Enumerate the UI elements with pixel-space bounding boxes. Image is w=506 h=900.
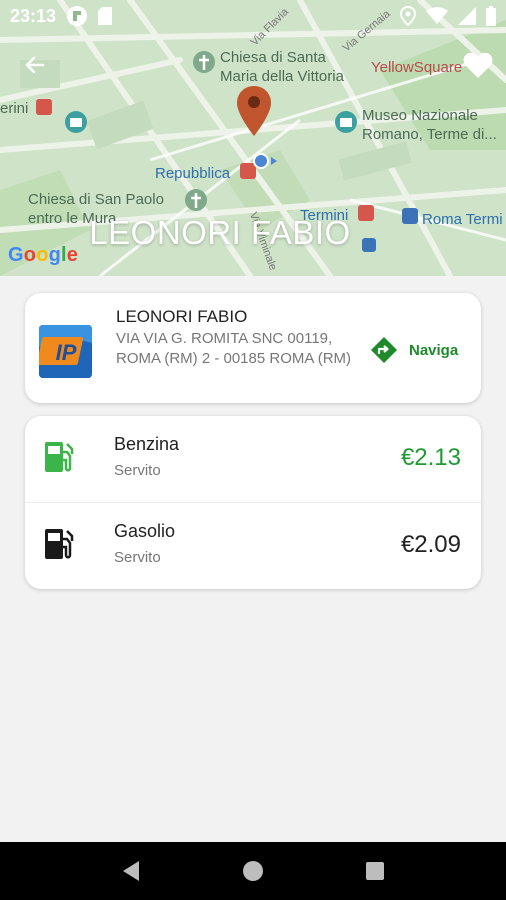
- sd-card-icon: [98, 7, 113, 25]
- map-label-museo: Museo Nazionale Romano, Terme di...: [362, 107, 497, 143]
- location-dot-icon: [253, 153, 277, 169]
- nav-recents-button[interactable]: [355, 851, 395, 891]
- prices-card: Benzina Servito €2.13 Gasolio Servito €2…: [25, 416, 481, 589]
- navigate-label: Naviga: [409, 341, 459, 359]
- svg-text:IP: IP: [56, 340, 77, 365]
- notification-app-icon: [67, 6, 88, 26]
- wifi-icon: [426, 7, 448, 24]
- price-row-benzina: Benzina Servito €2.13: [25, 416, 481, 502]
- heart-icon: [463, 52, 493, 78]
- station-card: IP LEONORI FABIO VIA VIA G. ROMITA SNC 0…: [25, 293, 481, 403]
- nav-home-icon: [243, 861, 263, 881]
- nav-back-icon: [123, 861, 139, 881]
- status-bar: 23:13: [0, 0, 506, 32]
- fuel-service-type-2: Servito: [114, 549, 161, 566]
- fuel-name: Benzina: [114, 434, 180, 454]
- location-status-icon: [400, 6, 416, 26]
- favorite-button[interactable]: [460, 48, 496, 82]
- fuel-name-2: Gasolio: [114, 521, 176, 541]
- navigate-button[interactable]: Naviga: [370, 333, 470, 367]
- fuel-price-2: €2.09: [400, 531, 461, 558]
- station-address: VIA VIA G. ROMITA SNC 00119, ROMA (RM) 2…: [116, 330, 352, 367]
- station-name: LEONORI FABIO: [116, 307, 248, 326]
- price-row-gasolio: Gasolio Servito €2.09: [25, 502, 481, 588]
- museum-marker-icon: [335, 111, 357, 133]
- back-button[interactable]: [18, 48, 52, 82]
- map-header[interactable]: Chiesa di Santa Maria della Vittoria Yel…: [0, 0, 506, 276]
- battery-icon: [486, 6, 496, 26]
- system-nav-bar: [0, 842, 506, 900]
- map-label-erini: erini: [0, 100, 29, 117]
- status-time: 23:13: [10, 5, 57, 26]
- map-label-yellowsquare: YellowSquare: [371, 59, 463, 76]
- back-arrow-icon: [25, 56, 45, 74]
- map-label-chiesa-santa: Chiesa di Santa Maria della Vittoria: [220, 49, 344, 85]
- map-label-repubblica: Repubblica: [155, 165, 231, 182]
- nav-back-button[interactable]: [111, 851, 151, 891]
- metro-marker-icon: [36, 99, 52, 115]
- nav-recents-icon: [366, 862, 384, 880]
- fuel-pump-icon: [45, 442, 74, 472]
- station-title: LEONORI FABIO: [89, 214, 351, 251]
- fuel-service-type: Servito: [114, 462, 161, 479]
- fuel-pump-icon-2: [45, 529, 74, 559]
- museum-marker-icon-2: [65, 111, 87, 133]
- signal-icon: [458, 7, 476, 25]
- map-pin-icon: [237, 86, 271, 136]
- navigate-icon: [371, 337, 397, 363]
- brand-logo: IP: [39, 325, 92, 378]
- fuel-price: €2.13: [400, 444, 461, 471]
- nav-home-button[interactable]: [233, 851, 273, 891]
- church-marker-icon: [193, 51, 215, 73]
- ip-logo-icon: IP: [39, 325, 92, 378]
